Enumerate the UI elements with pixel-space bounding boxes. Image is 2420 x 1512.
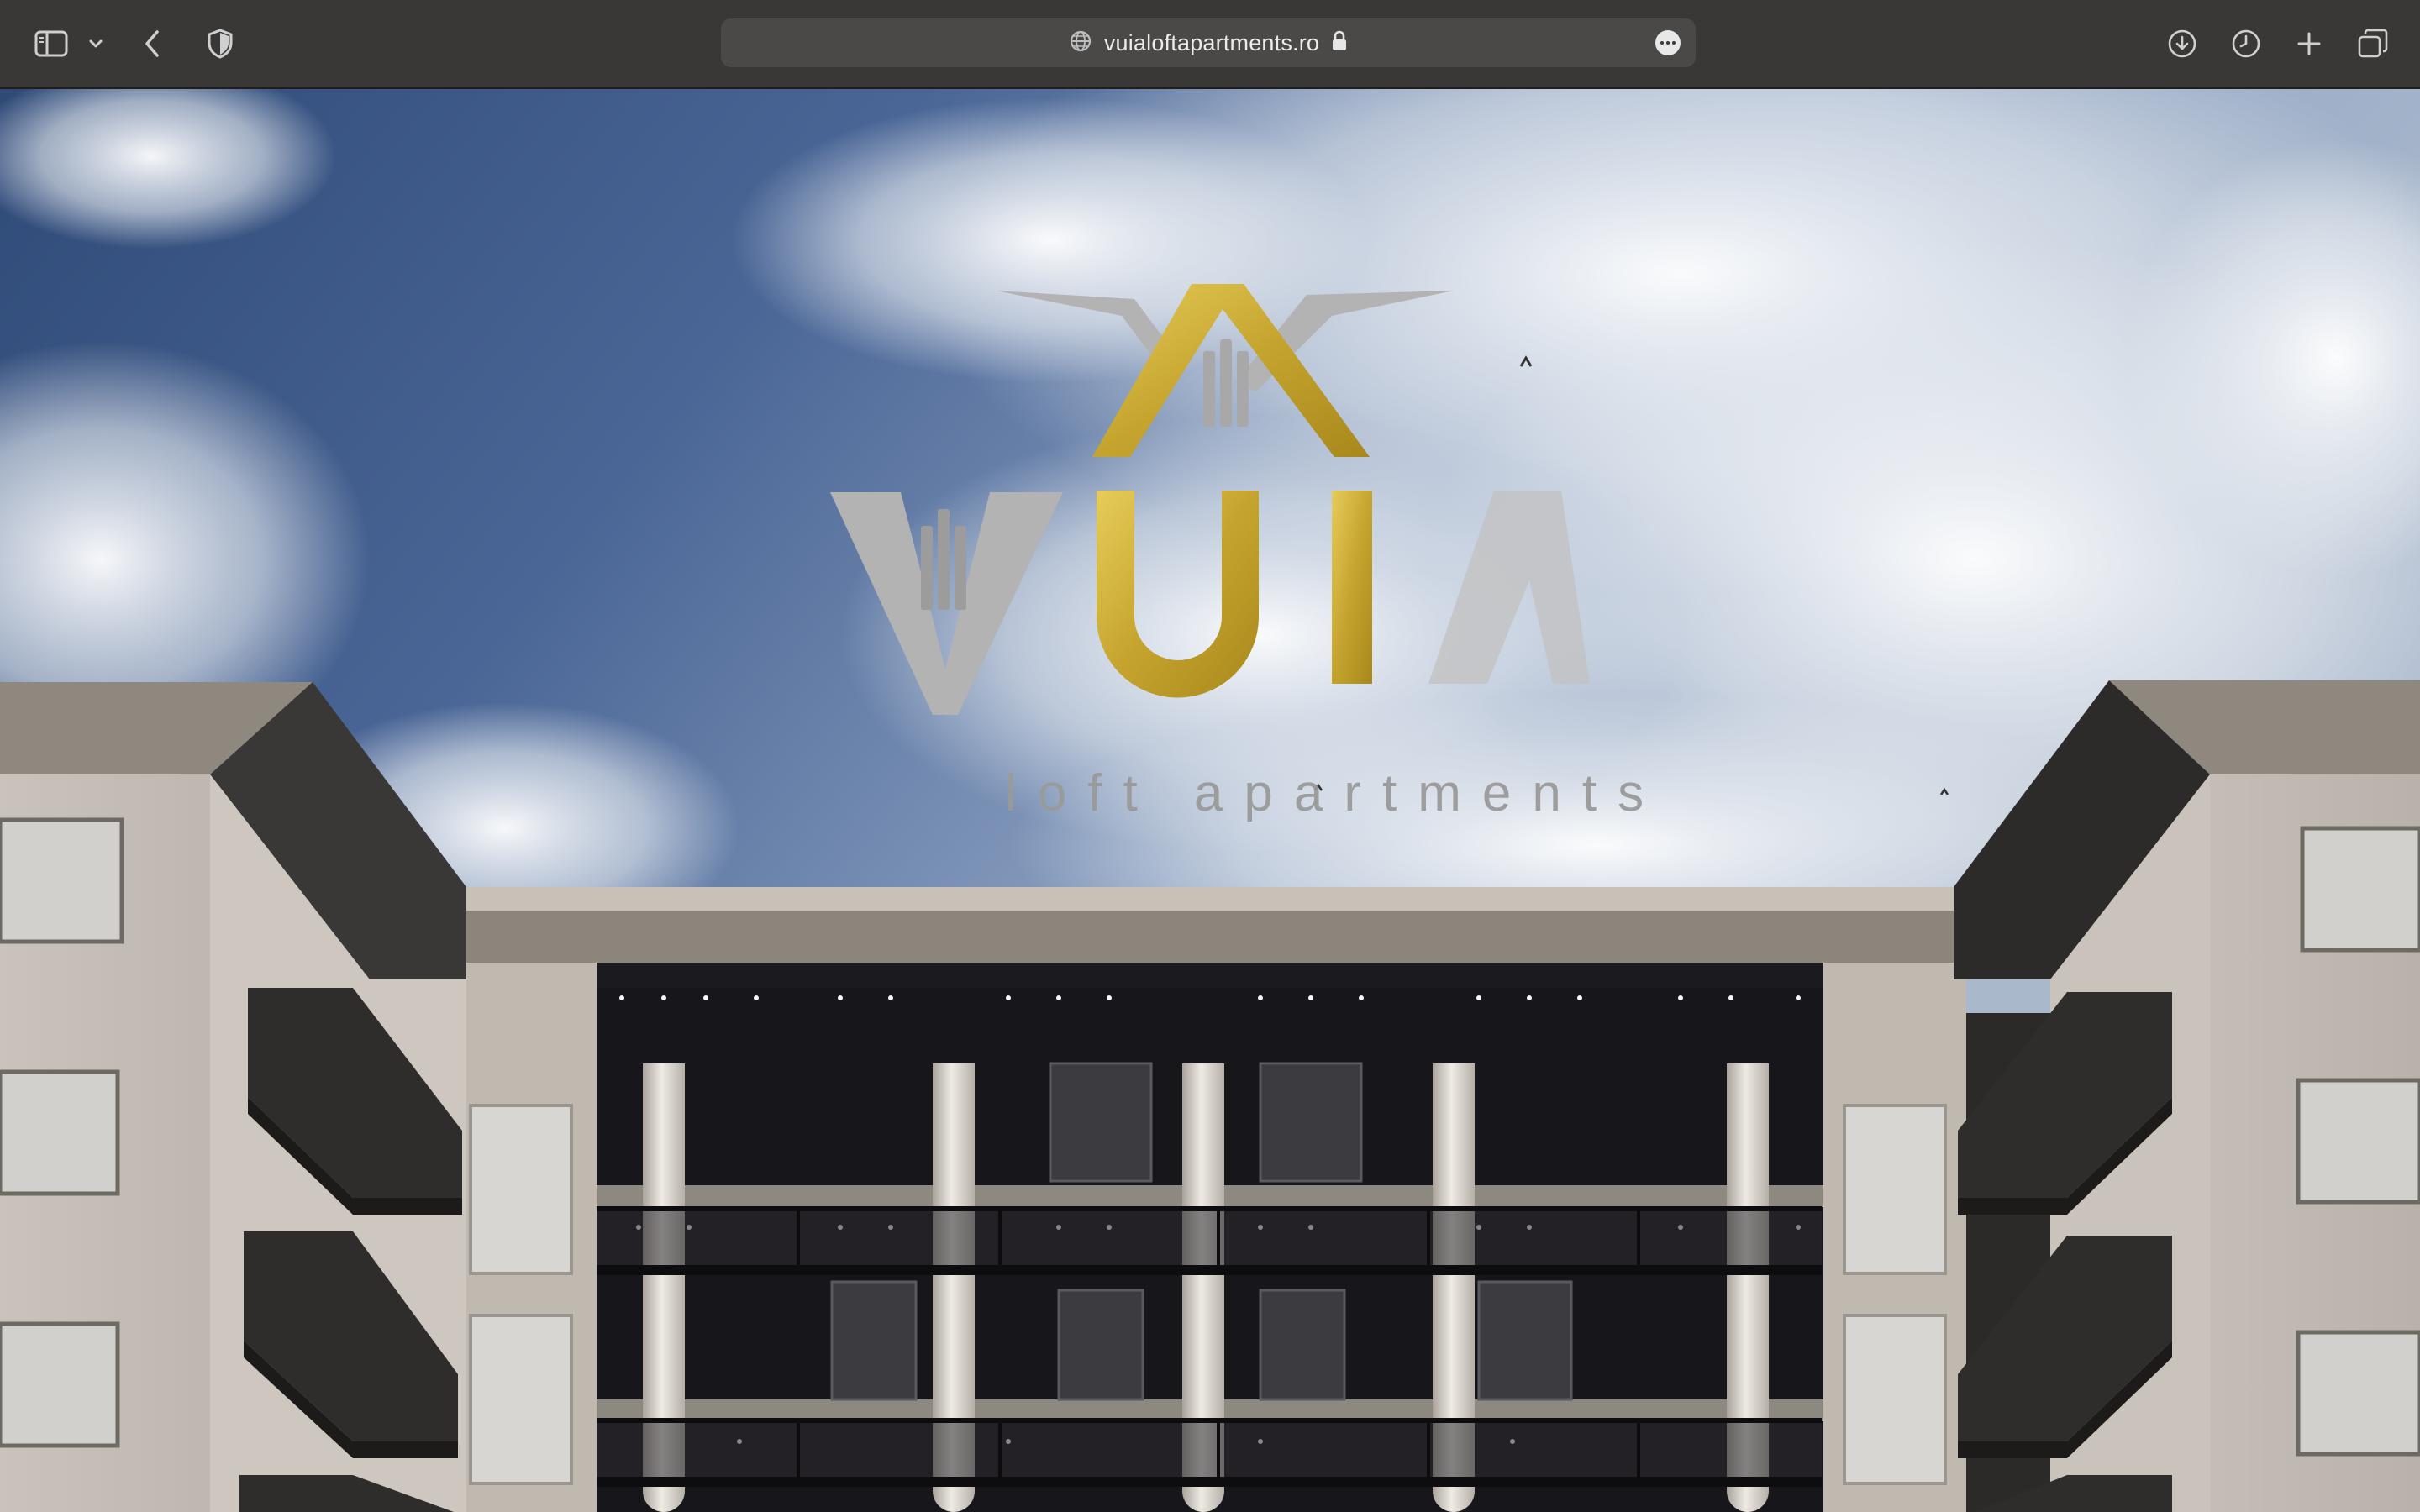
sidebar-icon[interactable] — [32, 20, 71, 67]
lock-icon — [1331, 30, 1348, 56]
globe-icon — [1069, 29, 1092, 57]
ellipsis-icon[interactable] — [1655, 30, 1681, 55]
address-bar[interactable]: vuialoftapartments.ro — [721, 18, 1696, 67]
logo-tagline: loft apartments — [1005, 764, 1665, 822]
shield-icon[interactable] — [205, 20, 235, 67]
plus-icon[interactable] — [2294, 20, 2324, 67]
tabs-icon[interactable] — [2356, 20, 2390, 67]
chevron-down-icon[interactable] — [86, 20, 106, 67]
clock-icon[interactable] — [2230, 20, 2262, 67]
url-text[interactable]: vuialoftapartments.ro — [1104, 30, 1319, 56]
chevron-left-icon[interactable] — [139, 20, 165, 67]
hero-section: loft apartments — [0, 89, 2420, 1512]
download-icon[interactable] — [2166, 20, 2198, 67]
browser-toolbar: vuialoftapartments.ro — [0, 0, 2420, 89]
